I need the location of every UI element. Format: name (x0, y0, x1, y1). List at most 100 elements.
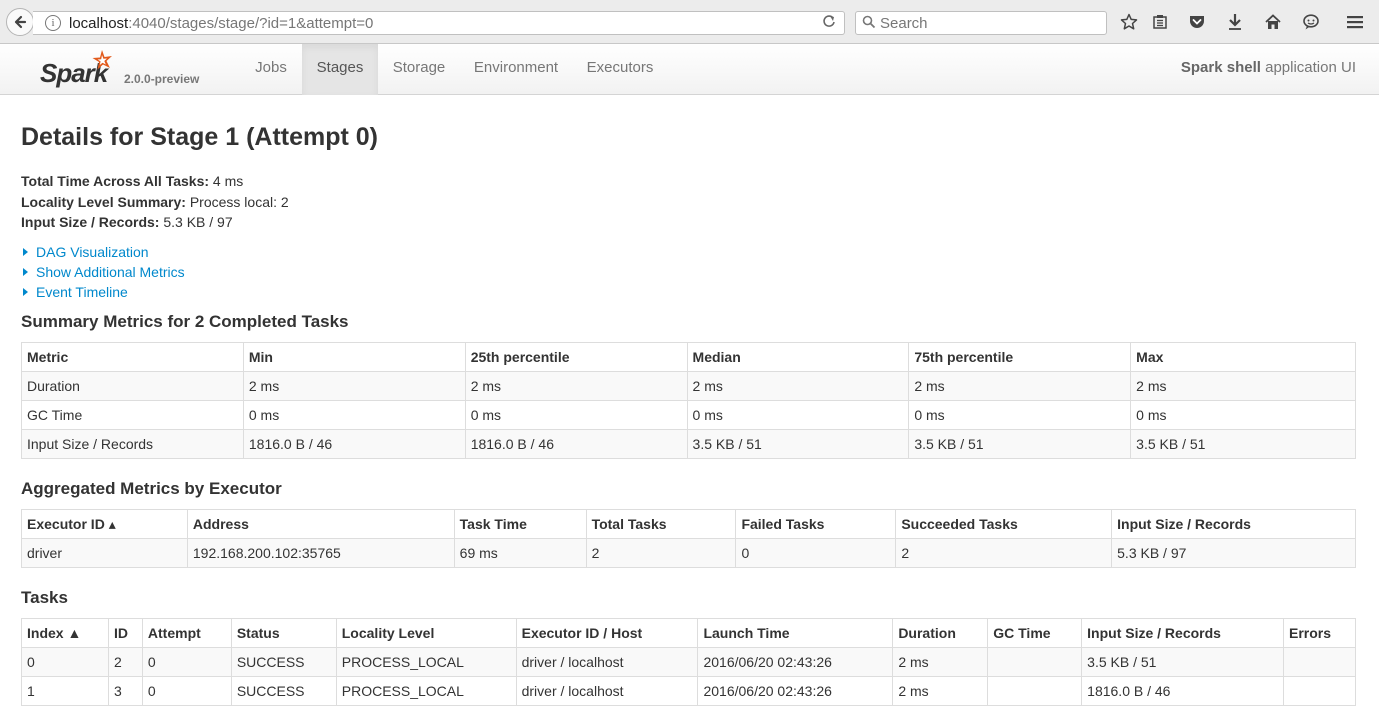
column-header[interactable]: Input Size / Records (1111, 509, 1356, 539)
home-icon[interactable] (1263, 12, 1283, 32)
tab-environment[interactable]: Environment (461, 44, 571, 95)
spark-brand[interactable]: Spark 2.0.0-preview (40, 48, 210, 92)
column-header[interactable]: Median (686, 342, 909, 372)
summary-item-locality: Locality Level Summary: Process local: 2 (21, 192, 289, 213)
app-name-bold: Spark shell (1180, 59, 1261, 76)
table-cell: 2 (895, 538, 1112, 568)
column-header[interactable]: Address (186, 509, 455, 539)
menu-icon[interactable] (1345, 12, 1365, 32)
tasks-table: Index ▲ ID Attempt Status Locality Level… (21, 618, 1356, 706)
table-row: Duration 2 ms 2 ms 2 ms 2 ms 2 ms (21, 371, 1356, 401)
table-cell: 3 (107, 676, 143, 706)
column-header[interactable]: Metric (21, 342, 244, 372)
column-header[interactable]: Failed Tasks (735, 509, 896, 539)
summary-value: 4 ms (209, 173, 244, 189)
column-header[interactable]: Max (1130, 342, 1356, 372)
table-row: GC Time 0 ms 0 ms 0 ms 0 ms 0 ms (21, 400, 1356, 430)
tab-executors[interactable]: Executors (576, 44, 664, 95)
reading-list-icon[interactable] (1150, 12, 1170, 32)
table-cell: 0 (141, 647, 232, 677)
tab-storage[interactable]: Storage (381, 44, 457, 95)
dag-visualization-link[interactable]: DAG Visualization (21, 242, 185, 262)
column-header[interactable]: Duration (892, 618, 988, 648)
table-cell: 2 ms (908, 371, 1131, 401)
back-button[interactable] (6, 8, 34, 36)
column-header[interactable]: GC Time (987, 618, 1082, 648)
table-cell: 2 (585, 538, 736, 568)
info-icon[interactable]: i (45, 15, 61, 31)
table-cell: 0 ms (464, 400, 688, 430)
spark-star-icon (92, 50, 112, 70)
application-name: Spark shell application UI (1181, 44, 1356, 95)
url-host: localhost (69, 15, 129, 32)
column-header[interactable]: Launch Time (697, 618, 893, 648)
event-timeline-link[interactable]: Event Timeline (21, 282, 185, 302)
expander-links: DAG Visualization Show Additional Metric… (21, 242, 185, 302)
table-cell: 3.5 KB / 51 (1130, 429, 1356, 459)
table-cell: 2 ms (686, 371, 909, 401)
summary-item-total-time: Total Time Across All Tasks: 4 ms (21, 171, 289, 192)
column-header[interactable]: Errors (1282, 618, 1356, 648)
column-header[interactable]: Executor ID / Host (515, 618, 698, 648)
spark-navbar: Spark 2.0.0-preview Jobs Stages Storage … (0, 44, 1379, 95)
table-cell: SUCCESS (230, 647, 337, 677)
column-header[interactable]: Locality Level (335, 618, 517, 648)
table-row: 0 2 0 SUCCESS PROCESS_LOCAL driver / loc… (21, 647, 1356, 677)
pocket-icon[interactable] (1187, 12, 1207, 32)
summary-metrics-heading: Summary Metrics for 2 Completed Tasks (21, 312, 349, 331)
table-cell: Duration (21, 371, 244, 401)
table-cell: SUCCESS (230, 676, 337, 706)
column-header[interactable]: 25th percentile (464, 342, 688, 372)
executor-metrics-table: Executor ID ▴ Address Task Time Total Ta… (21, 509, 1356, 568)
table-header-row: Metric Min 25th percentile Median 75th p… (21, 342, 1356, 372)
column-header-sorted[interactable]: Index ▲ (21, 618, 109, 648)
expand-arrow-icon (23, 288, 28, 296)
table-cell: PROCESS_LOCAL (335, 647, 517, 677)
tab-jobs[interactable]: Jobs (242, 44, 300, 95)
summary-metrics-table: Metric Min 25th percentile Median 75th p… (21, 342, 1356, 459)
table-cell: driver (21, 538, 188, 568)
table-cell: 192.168.200.102:35765 (186, 538, 455, 568)
chat-icon[interactable] (1301, 12, 1321, 32)
executor-metrics-heading: Aggregated Metrics by Executor (21, 479, 282, 498)
downloads-icon[interactable] (1225, 12, 1245, 32)
bookmark-star-icon[interactable] (1119, 12, 1139, 32)
url-bar[interactable]: i localhost:4040/stages/stage/?id=1&atte… (33, 11, 845, 35)
table-row: driver 192.168.200.102:35765 69 ms 2 0 2… (21, 538, 1356, 568)
column-header[interactable]: Task Time (453, 509, 587, 539)
show-additional-metrics-link[interactable]: Show Additional Metrics (21, 262, 185, 282)
table-cell (987, 676, 1082, 706)
summary-label: Total Time Across All Tasks: (21, 173, 210, 189)
page-title: Details for Stage 1 (Attempt 0) (21, 123, 379, 151)
summary-label: Input Size / Records: (21, 214, 160, 230)
table-cell: 1816.0 B / 46 (1081, 676, 1284, 706)
table-cell: 2 ms (892, 647, 988, 677)
reload-icon[interactable] (822, 14, 836, 32)
column-header[interactable]: Input Size / Records (1081, 618, 1284, 648)
url-path: :4040/stages/stage/?id=1&attempt=0 (128, 15, 374, 32)
summary-item-input-size: Input Size / Records: 5.3 KB / 97 (21, 212, 289, 233)
column-header[interactable]: Min (242, 342, 466, 372)
table-cell: 1816.0 B / 46 (464, 429, 688, 459)
column-header-sorted[interactable]: Executor ID ▴ (21, 509, 188, 539)
column-header[interactable]: Attempt (141, 618, 232, 648)
table-cell: 5.3 KB / 97 (1111, 538, 1356, 568)
toggle-label: DAG Visualization (36, 244, 149, 260)
table-cell: 2 ms (892, 676, 988, 706)
column-header[interactable]: Status (230, 618, 337, 648)
table-cell: 0 ms (908, 400, 1131, 430)
table-cell: 2 ms (1130, 371, 1356, 401)
tab-stages[interactable]: Stages (302, 44, 378, 95)
column-header[interactable]: ID (107, 618, 143, 648)
column-header[interactable]: Total Tasks (585, 509, 736, 539)
url-text[interactable]: localhost:4040/stages/stage/?id=1&attemp… (69, 15, 373, 32)
table-cell (987, 647, 1082, 677)
column-header[interactable]: 75th percentile (908, 342, 1131, 372)
column-header[interactable]: Succeeded Tasks (895, 509, 1112, 539)
table-cell: 3.5 KB / 51 (908, 429, 1131, 459)
table-cell: PROCESS_LOCAL (335, 676, 517, 706)
toggle-label: Event Timeline (36, 284, 128, 300)
back-arrow-icon (14, 15, 27, 29)
table-header-row: Executor ID ▴ Address Task Time Total Ta… (21, 509, 1356, 539)
browser-search-box[interactable]: Search (855, 11, 1107, 35)
